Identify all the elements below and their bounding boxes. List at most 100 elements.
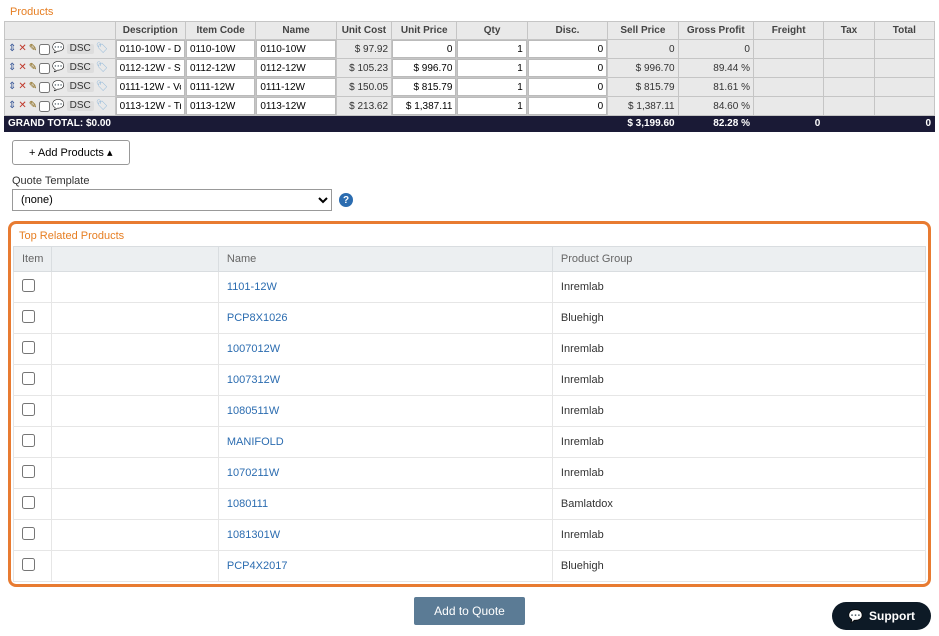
related-name-link[interactable]: PCP8X1026 [227, 312, 288, 324]
add-to-quote-button[interactable]: Add to Quote [414, 597, 525, 625]
related-name-link[interactable]: 1081301W [227, 529, 280, 541]
col-sell-price[interactable]: Sell Price [608, 22, 678, 40]
delete-icon[interactable]: ✕ [18, 101, 26, 111]
col-unit-price[interactable]: Unit Price [392, 22, 457, 40]
cell-item-code[interactable] [186, 40, 255, 58]
edit-icon[interactable]: ✎ [29, 101, 37, 111]
cell-description[interactable] [116, 59, 185, 77]
edit-icon[interactable]: ✎ [29, 63, 37, 73]
row-checkbox[interactable] [39, 44, 50, 55]
grand-freight: 0 [753, 116, 823, 132]
cell-item-code[interactable] [186, 59, 255, 77]
tag-icon[interactable]: 🏷 [96, 82, 109, 92]
related-name-link[interactable]: PCP4X2017 [227, 560, 288, 572]
related-checkbox[interactable] [22, 372, 35, 385]
edit-icon[interactable]: ✎ [29, 82, 37, 92]
col-group-label[interactable]: Product Group [552, 247, 925, 272]
related-checkbox[interactable] [22, 341, 35, 354]
cell-gross-profit: 84.60 % [678, 97, 753, 116]
cell-qty[interactable] [457, 97, 526, 115]
cell-name[interactable] [256, 40, 335, 58]
cell-unit-price[interactable] [392, 40, 456, 58]
comment-icon[interactable]: 💬 [52, 44, 64, 54]
related-row: 1080111 Bamlatdox [14, 489, 926, 520]
related-name-link[interactable]: 1070211W [227, 467, 279, 479]
cell-name[interactable] [256, 59, 335, 77]
cell-disc[interactable] [528, 97, 607, 115]
related-checkbox[interactable] [22, 496, 35, 509]
cell-qty[interactable] [457, 40, 526, 58]
row-checkbox[interactable] [39, 101, 50, 112]
col-name-label[interactable]: Name [218, 247, 552, 272]
quote-template-select[interactable]: (none) [12, 189, 332, 211]
delete-icon[interactable]: ✕ [18, 44, 26, 54]
drag-icon[interactable]: ⇕ [8, 63, 16, 73]
col-description[interactable]: Description [115, 22, 185, 40]
cell-disc[interactable] [528, 40, 607, 58]
dsc-tag[interactable]: DSC [67, 44, 94, 54]
related-group: Inremlab [552, 396, 925, 427]
cell-item-code[interactable] [186, 97, 255, 115]
tag-icon[interactable]: 🏷 [96, 101, 109, 111]
cell-gross-profit: 81.61 % [678, 78, 753, 97]
row-checkbox[interactable] [39, 63, 50, 74]
comment-icon[interactable]: 💬 [52, 82, 64, 92]
related-name-link[interactable]: 1007012W [227, 343, 280, 355]
row-checkbox[interactable] [39, 82, 50, 93]
cell-name[interactable] [256, 97, 335, 115]
cell-description[interactable] [116, 97, 185, 115]
related-name-link[interactable]: 1007312W [227, 374, 280, 386]
related-group: Bamlatdox [552, 489, 925, 520]
cell-qty[interactable] [457, 78, 526, 96]
delete-icon[interactable]: ✕ [18, 63, 26, 73]
cell-disc[interactable] [528, 78, 607, 96]
related-checkbox[interactable] [22, 558, 35, 571]
related-checkbox[interactable] [22, 465, 35, 478]
drag-icon[interactable]: ⇕ [8, 101, 16, 111]
dsc-tag[interactable]: DSC [67, 82, 94, 92]
help-icon[interactable]: ? [339, 193, 353, 207]
delete-icon[interactable]: ✕ [18, 82, 26, 92]
dsc-tag[interactable]: DSC [67, 101, 94, 111]
drag-icon[interactable]: ⇕ [8, 82, 16, 92]
tag-icon[interactable]: 🏷 [96, 63, 109, 73]
comment-icon[interactable]: 💬 [52, 63, 64, 73]
cell-gross-profit: 89.44 % [678, 59, 753, 78]
col-total[interactable]: Total [874, 22, 934, 40]
col-unit-cost[interactable]: Unit Cost [336, 22, 391, 40]
col-freight[interactable]: Freight [753, 22, 823, 40]
tag-icon[interactable]: 🏷 [96, 44, 109, 54]
chat-icon: 💬 [848, 609, 863, 623]
cell-unit-price[interactable] [392, 59, 456, 77]
cell-name[interactable] [256, 78, 335, 96]
related-checkbox[interactable] [22, 434, 35, 447]
cell-disc[interactable] [528, 59, 607, 77]
comment-icon[interactable]: 💬 [52, 101, 64, 111]
related-checkbox[interactable] [22, 279, 35, 292]
cell-unit-price[interactable] [392, 97, 456, 115]
col-disc[interactable]: Disc. [527, 22, 607, 40]
cell-qty[interactable] [457, 59, 526, 77]
related-name-link[interactable]: 1080511W [227, 405, 279, 417]
col-item-code[interactable]: Item Code [185, 22, 255, 40]
edit-icon[interactable]: ✎ [29, 44, 37, 54]
related-name-link[interactable]: 1101-12W [227, 281, 277, 293]
col-qty[interactable]: Qty [457, 22, 527, 40]
related-checkbox[interactable] [22, 527, 35, 540]
add-products-button[interactable]: + Add Products ▴ [12, 140, 130, 165]
cell-description[interactable] [116, 40, 185, 58]
related-checkbox[interactable] [22, 310, 35, 323]
support-button[interactable]: 💬 Support [832, 602, 931, 630]
related-name-link[interactable]: 1080111 [227, 498, 268, 510]
col-item-label[interactable]: Item [14, 247, 52, 272]
col-name[interactable]: Name [256, 22, 336, 40]
drag-icon[interactable]: ⇕ [8, 44, 16, 54]
dsc-tag[interactable]: DSC [67, 63, 94, 73]
cell-description[interactable] [116, 78, 185, 96]
col-tax[interactable]: Tax [824, 22, 874, 40]
cell-unit-price[interactable] [392, 78, 456, 96]
related-name-link[interactable]: MANIFOLD [227, 436, 284, 448]
related-checkbox[interactable] [22, 403, 35, 416]
col-gross-profit[interactable]: Gross Profit [678, 22, 753, 40]
cell-item-code[interactable] [186, 78, 255, 96]
